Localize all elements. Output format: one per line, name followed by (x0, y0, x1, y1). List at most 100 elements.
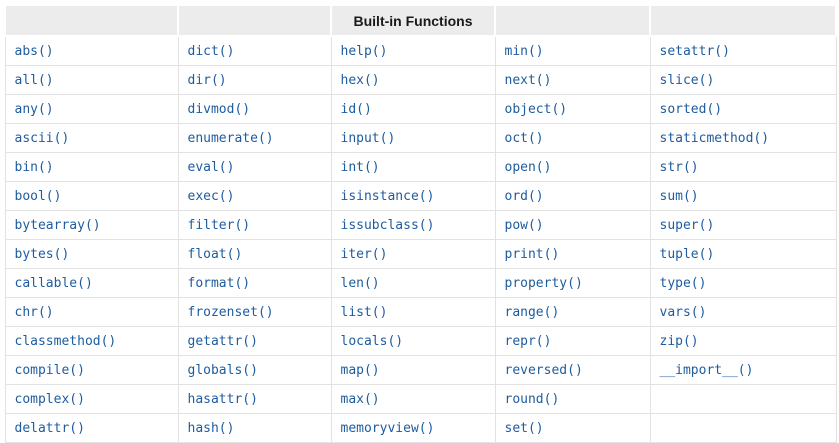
function-link-range[interactable]: range() (505, 305, 560, 320)
function-link-type[interactable]: type() (660, 276, 707, 291)
function-link-tuple[interactable]: tuple() (660, 247, 715, 262)
function-link-callable[interactable]: callable() (15, 276, 93, 291)
table-title: Built-in Functions (353, 12, 473, 29)
function-link-staticmethod[interactable]: staticmethod() (660, 131, 770, 146)
function-cell: compile() (4, 355, 179, 385)
function-cell: open() (494, 152, 651, 182)
function-link-locals[interactable]: locals() (341, 334, 404, 349)
function-link-slice[interactable]: slice() (660, 73, 715, 88)
empty-cell (649, 384, 837, 414)
function-link-compile[interactable]: compile() (15, 363, 85, 378)
function-link-vars[interactable]: vars() (660, 305, 707, 320)
function-link-frozenset[interactable]: frozenset() (188, 305, 274, 320)
function-link-ord[interactable]: ord() (505, 189, 544, 204)
function-cell: setattr() (649, 35, 837, 66)
function-link-__import__[interactable]: __import__() (660, 363, 754, 378)
function-link-classmethod[interactable]: classmethod() (15, 334, 117, 349)
function-link-memoryview[interactable]: memoryview() (341, 421, 435, 436)
function-link-hasattr[interactable]: hasattr() (188, 392, 258, 407)
function-link-bool[interactable]: bool() (15, 189, 62, 204)
function-link-next[interactable]: next() (505, 73, 552, 88)
function-link-sum[interactable]: sum() (660, 189, 699, 204)
function-cell: repr() (494, 326, 651, 356)
function-link-ascii[interactable]: ascii() (15, 131, 70, 146)
function-cell: min() (494, 35, 651, 66)
function-link-property[interactable]: property() (505, 276, 583, 291)
function-link-round[interactable]: round() (505, 392, 560, 407)
table-row: classmethod() getattr() locals() repr() zip(… (4, 326, 837, 356)
function-link-chr[interactable]: chr() (15, 305, 54, 320)
function-cell: exec() (177, 181, 332, 211)
function-cell: any() (4, 94, 179, 124)
function-link-float[interactable]: float() (188, 247, 243, 262)
table-row: abs() dict() help() min() setattr() (4, 35, 837, 66)
function-link-bytes[interactable]: bytes() (15, 247, 70, 262)
function-link-set[interactable]: set() (505, 421, 544, 436)
empty-cell (649, 413, 837, 443)
function-link-str[interactable]: str() (660, 160, 699, 175)
function-cell: id() (330, 94, 496, 124)
function-cell: isinstance() (330, 181, 496, 211)
function-link-open[interactable]: open() (505, 160, 552, 175)
function-link-abs[interactable]: abs() (15, 44, 54, 59)
function-link-len[interactable]: len() (341, 276, 380, 291)
function-link-all[interactable]: all() (15, 73, 54, 88)
table-row: chr() frozenset() list() range() vars() (4, 297, 837, 327)
function-link-input[interactable]: input() (341, 131, 396, 146)
function-link-pow[interactable]: pow() (505, 218, 544, 233)
function-cell: object() (494, 94, 651, 124)
function-link-enumerate[interactable]: enumerate() (188, 131, 274, 146)
function-link-bin[interactable]: bin() (15, 160, 54, 175)
function-cell: range() (494, 297, 651, 327)
function-cell: list() (330, 297, 496, 327)
function-link-max[interactable]: max() (341, 392, 380, 407)
function-link-isinstance[interactable]: isinstance() (341, 189, 435, 204)
function-cell: float() (177, 239, 332, 269)
function-link-iter[interactable]: iter() (341, 247, 388, 262)
function-link-int[interactable]: int() (341, 160, 380, 175)
function-link-super[interactable]: super() (660, 218, 715, 233)
function-link-min[interactable]: min() (505, 44, 544, 59)
function-link-id[interactable]: id() (341, 102, 372, 117)
function-link-filter[interactable]: filter() (188, 218, 251, 233)
function-link-help[interactable]: help() (341, 44, 388, 59)
function-link-eval[interactable]: eval() (188, 160, 235, 175)
function-link-globals[interactable]: globals() (188, 363, 258, 378)
function-cell: sum() (649, 181, 837, 211)
function-link-getattr[interactable]: getattr() (188, 334, 258, 349)
function-cell: divmod() (177, 94, 332, 124)
function-link-bytearray[interactable]: bytearray() (15, 218, 101, 233)
function-link-format[interactable]: format() (188, 276, 251, 291)
function-cell: filter() (177, 210, 332, 240)
function-link-list[interactable]: list() (341, 305, 388, 320)
function-link-dict[interactable]: dict() (188, 44, 235, 59)
function-link-object[interactable]: object() (505, 102, 568, 117)
function-cell: slice() (649, 65, 837, 95)
function-link-divmod[interactable]: divmod() (188, 102, 251, 117)
function-link-delattr[interactable]: delattr() (15, 421, 85, 436)
function-link-complex[interactable]: complex() (15, 392, 85, 407)
function-link-map[interactable]: map() (341, 363, 380, 378)
function-link-exec[interactable]: exec() (188, 189, 235, 204)
function-cell: input() (330, 123, 496, 153)
function-link-print[interactable]: print() (505, 247, 560, 262)
table-header: Built-in Functions (4, 4, 837, 37)
function-link-reversed[interactable]: reversed() (505, 363, 583, 378)
function-cell: iter() (330, 239, 496, 269)
table-row: complex() hasattr() max() round() (4, 384, 837, 414)
function-link-hash[interactable]: hash() (188, 421, 235, 436)
function-link-hex[interactable]: hex() (341, 73, 380, 88)
table-row: all() dir() hex() next() slice() (4, 65, 837, 95)
function-link-dir[interactable]: dir() (188, 73, 227, 88)
function-link-oct[interactable]: oct() (505, 131, 544, 146)
function-cell: dict() (177, 35, 332, 66)
function-link-sorted[interactable]: sorted() (660, 102, 723, 117)
function-link-any[interactable]: any() (15, 102, 54, 117)
function-link-setattr[interactable]: setattr() (660, 44, 730, 59)
function-link-repr[interactable]: repr() (505, 334, 552, 349)
function-cell: all() (4, 65, 179, 95)
function-cell: delattr() (4, 413, 179, 443)
function-cell: tuple() (649, 239, 837, 269)
function-link-zip[interactable]: zip() (660, 334, 699, 349)
function-link-issubclass[interactable]: issubclass() (341, 218, 435, 233)
